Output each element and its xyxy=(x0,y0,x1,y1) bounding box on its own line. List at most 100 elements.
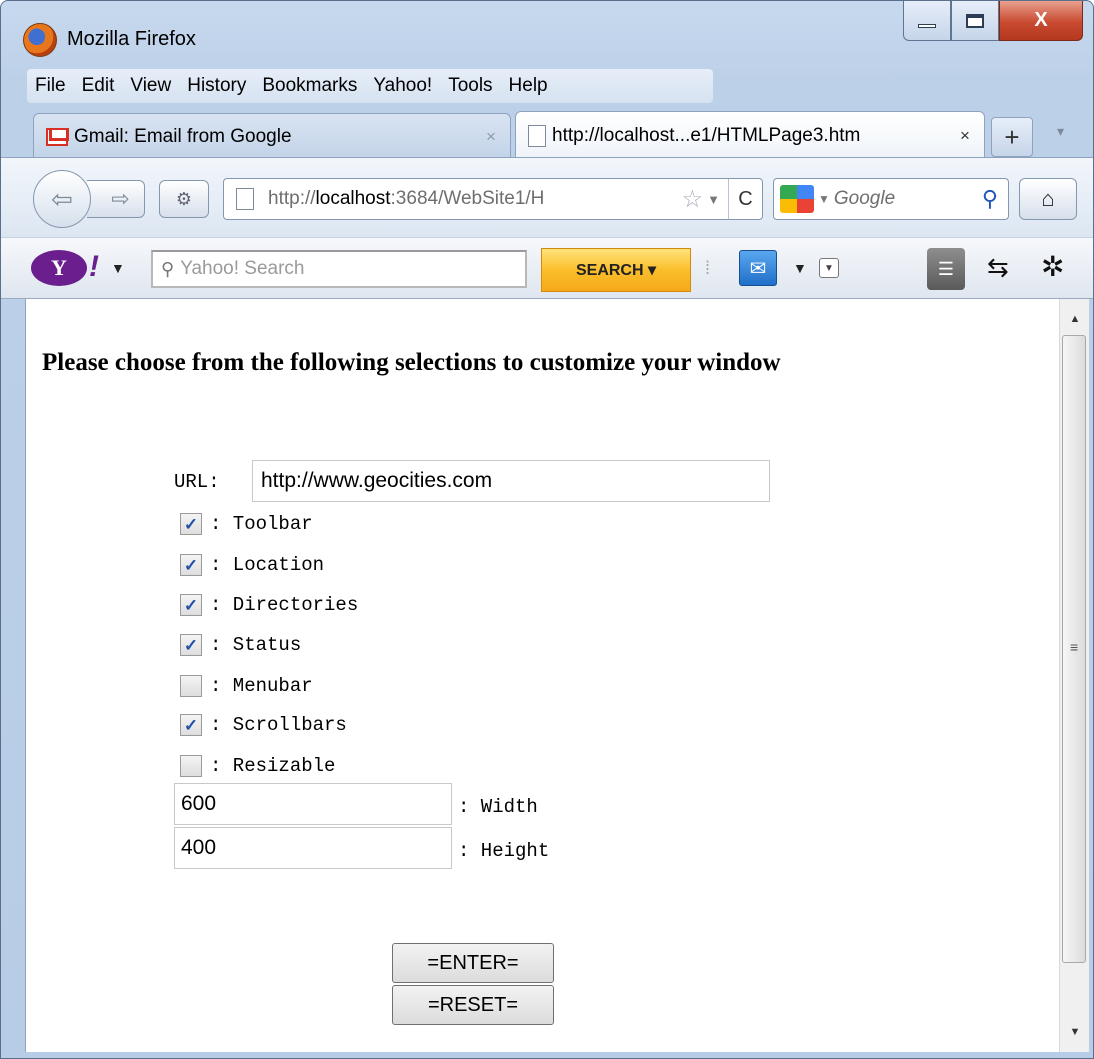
height-label: : Height xyxy=(458,840,550,862)
list-icon[interactable]: ☰ xyxy=(927,248,965,290)
width-input[interactable] xyxy=(174,783,452,825)
height-input[interactable] xyxy=(174,827,452,869)
menu-yahoo[interactable]: Yahoo! xyxy=(365,75,440,97)
vertical-scrollbar[interactable]: ▲ ≡ ▼ xyxy=(1059,299,1089,1052)
width-label: : Width xyxy=(458,796,538,818)
close-tab-icon[interactable]: × xyxy=(480,127,502,147)
scroll-up-arrow-icon[interactable]: ▲ xyxy=(1060,303,1090,335)
resizable-checkbox[interactable] xyxy=(180,755,202,777)
enter-button[interactable]: =ENTER= xyxy=(392,943,554,983)
firefox-logo-icon xyxy=(23,23,57,57)
scrollbar-thumb[interactable]: ≡ xyxy=(1062,335,1086,963)
minimize-button[interactable] xyxy=(903,1,951,41)
mail-dropdown-icon[interactable]: ▼ xyxy=(793,260,807,276)
close-icon: X xyxy=(1034,9,1048,31)
status-checkbox[interactable]: ✓ xyxy=(180,634,202,656)
yahoo-search-input[interactable]: ⚲ Yahoo! Search xyxy=(151,250,527,288)
tab-label: Gmail: Email from Google xyxy=(74,125,292,147)
menu-file[interactable]: File xyxy=(27,75,74,97)
directories-checkbox[interactable]: ✓ xyxy=(180,594,202,616)
more-dropdown-icon[interactable]: ▼ xyxy=(819,258,839,278)
option-label: : Resizable xyxy=(210,755,336,777)
yahoo-toolbar: Y ! ▼ ⚲ Yahoo! Search SEARCH ▾ ⁞ ✉ ▼ ▼ ☰… xyxy=(1,237,1093,299)
tab-gmail[interactable]: Gmail: Email from Google × xyxy=(33,113,511,159)
window-controls: X xyxy=(903,1,1083,43)
option-menubar: : Menubar xyxy=(180,671,313,701)
tab-label: http://localhost...e1/HTMLPage3.htm xyxy=(552,124,861,146)
toggle-arrows-icon[interactable]: ⇆ xyxy=(987,252,1009,283)
url-history-dropdown-icon[interactable]: ▼ xyxy=(707,192,720,207)
url-path: :3684/WebSite1/H xyxy=(390,188,545,209)
google-icon[interactable] xyxy=(780,185,814,213)
option-scrollbars: ✓ : Scrollbars xyxy=(180,710,347,740)
menu-bar: File Edit View History Bookmarks Yahoo! … xyxy=(27,69,713,103)
home-button[interactable]: ⌂ xyxy=(1019,178,1077,220)
option-resizable: : Resizable xyxy=(180,751,335,781)
page-icon xyxy=(528,124,546,147)
page-heading: Please choose from the following selecti… xyxy=(42,349,781,376)
menu-bookmarks[interactable]: Bookmarks xyxy=(254,75,365,97)
url-field[interactable] xyxy=(252,460,770,502)
option-location: ✓ : Location xyxy=(180,550,324,580)
browser-window: Mozilla Firefox X File Edit View History… xyxy=(0,0,1094,1059)
gmail-icon xyxy=(46,127,68,146)
navigation-bar: ⇨ ⇦ ⚙ http://localhost:3684/WebSite1/H ☆… xyxy=(1,157,1093,237)
url-host: localhost xyxy=(315,188,391,209)
yahoo-menu-dropdown-icon[interactable]: ▼ xyxy=(111,260,125,276)
reset-button[interactable]: =RESET= xyxy=(392,985,554,1025)
tab-strip: Gmail: Email from Google × http://localh… xyxy=(27,111,1087,159)
search-engine-placeholder: Google xyxy=(833,188,896,209)
menu-help[interactable]: Help xyxy=(501,75,556,97)
option-label: : Toolbar xyxy=(210,513,313,535)
menu-view[interactable]: View xyxy=(122,75,179,97)
option-label: : Location xyxy=(210,554,325,576)
page-icon xyxy=(236,188,254,210)
search-icon: ⚲ xyxy=(161,258,175,279)
back-arrow-icon: ⇦ xyxy=(51,183,73,214)
search-icon[interactable]: ⚲ xyxy=(982,186,998,212)
minimize-icon xyxy=(918,23,936,28)
engine-dropdown-icon[interactable]: ▼ xyxy=(818,192,830,206)
close-tab-icon[interactable]: × xyxy=(954,126,976,146)
new-tab-button[interactable]: + xyxy=(991,117,1033,157)
extension-button[interactable]: ⚙ xyxy=(159,180,209,218)
yahoo-search-placeholder: Yahoo! Search xyxy=(180,258,305,279)
location-checkbox[interactable]: ✓ xyxy=(180,554,202,576)
bookmark-star-icon[interactable]: ☆ xyxy=(682,185,704,214)
forward-arrow-icon: ⇨ xyxy=(111,186,130,211)
option-label: : Scrollbars xyxy=(210,714,347,736)
back-button[interactable]: ⇦ xyxy=(33,170,91,228)
search-engine-bar[interactable]: ▼ Google ⚲ xyxy=(773,178,1009,220)
url-bar[interactable]: http://localhost:3684/WebSite1/H ☆ ▼ C xyxy=(223,178,763,220)
scroll-down-arrow-icon[interactable]: ▼ xyxy=(1060,1016,1090,1048)
option-toolbar: ✓ : Toolbar xyxy=(180,509,313,539)
title-bar: Mozilla Firefox X xyxy=(1,1,1093,63)
toolbar-separator-icon: ⁞ xyxy=(705,258,711,278)
url-text: http://localhost:3684/WebSite1/H xyxy=(268,188,682,210)
tab-localhost[interactable]: http://localhost...e1/HTMLPage3.htm × xyxy=(515,111,985,159)
scrollbars-checkbox[interactable]: ✓ xyxy=(180,714,202,736)
gear-icon[interactable]: ✲ xyxy=(1041,250,1064,283)
close-window-button[interactable]: X xyxy=(999,1,1083,41)
yahoo-search-button[interactable]: SEARCH ▾ xyxy=(541,248,691,292)
option-label: : Status xyxy=(210,634,302,656)
menu-tools[interactable]: Tools xyxy=(440,75,500,97)
yahoo-logo-icon[interactable]: Y xyxy=(31,250,87,286)
url-prefix: http:// xyxy=(268,188,316,209)
url-field-label: URL: xyxy=(174,471,220,493)
menubar-checkbox[interactable] xyxy=(180,675,202,697)
toolbar-checkbox[interactable]: ✓ xyxy=(180,513,202,535)
option-status: ✓ : Status xyxy=(180,630,301,660)
maximize-button[interactable] xyxy=(951,1,999,41)
forward-button[interactable]: ⇨ xyxy=(87,180,145,218)
menu-edit[interactable]: Edit xyxy=(74,75,123,97)
maximize-icon xyxy=(966,13,984,28)
menu-history[interactable]: History xyxy=(179,75,254,97)
reload-icon[interactable]: C xyxy=(728,179,762,219)
list-all-tabs-icon[interactable]: ▾ xyxy=(1057,123,1064,140)
option-label: : Menubar xyxy=(210,675,313,697)
mail-icon[interactable]: ✉ xyxy=(739,250,777,286)
option-label: : Directories xyxy=(210,594,359,616)
page-content: Please choose from the following selecti… xyxy=(25,299,1059,1052)
window-title: Mozilla Firefox xyxy=(67,28,196,50)
